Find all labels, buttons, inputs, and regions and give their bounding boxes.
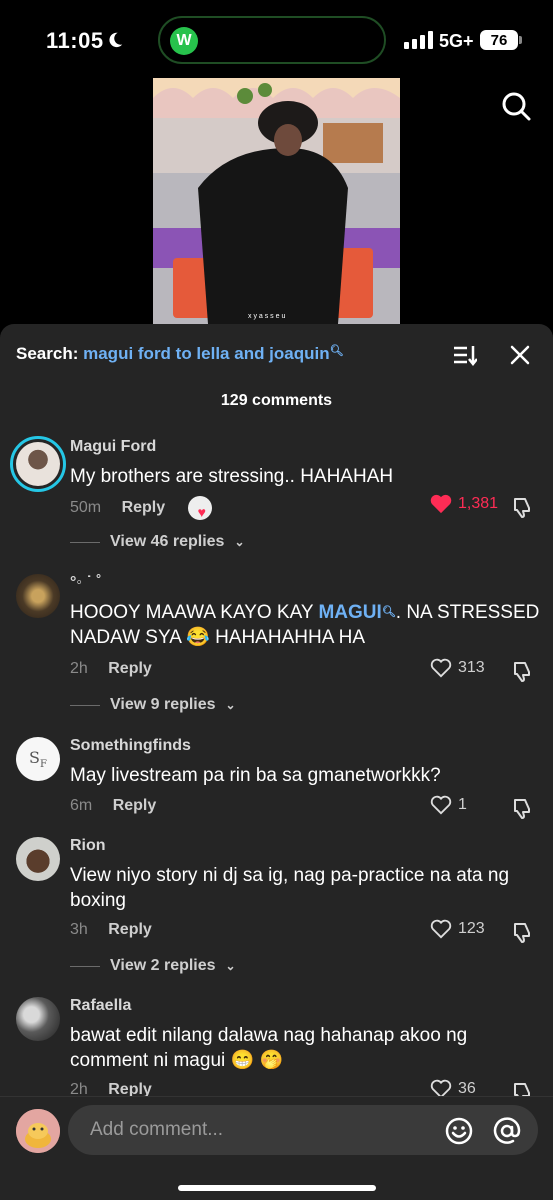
chevron-down-icon: ⌄ bbox=[225, 959, 236, 973]
comment-author[interactable]: Somethingfinds bbox=[70, 737, 191, 755]
dislike-icon[interactable] bbox=[511, 660, 533, 682]
mention-icon[interactable] bbox=[492, 1116, 522, 1146]
network-type: 5G+ bbox=[439, 31, 474, 51]
search-suggestion[interactable]: Search: magui ford to lella and joaquin🔍… bbox=[16, 344, 344, 364]
comment-author[interactable]: Magui Ford bbox=[70, 438, 156, 456]
comment-input-bar bbox=[0, 1096, 553, 1200]
video-frame-image: x y a s s e u bbox=[153, 78, 400, 324]
reply-button[interactable]: Reply bbox=[108, 660, 152, 677]
view-replies-button[interactable]: View 9 replies ⌄ bbox=[70, 696, 236, 714]
chevron-down-icon: ⌄ bbox=[234, 535, 245, 549]
comment-time: 2h bbox=[70, 660, 88, 677]
comment-meta: 3h Reply bbox=[70, 921, 152, 939]
sort-icon[interactable] bbox=[453, 344, 477, 366]
comments-sheet: Search: magui ford to lella and joaquin🔍… bbox=[0, 324, 553, 1200]
avatar[interactable] bbox=[10, 436, 66, 492]
dynamic-island: W bbox=[158, 16, 386, 64]
reply-button[interactable]: Reply bbox=[122, 499, 166, 516]
comment-meta: 2h Reply bbox=[70, 660, 152, 678]
view-replies-button[interactable]: View 2 replies ⌄ bbox=[70, 957, 236, 975]
dislike-icon[interactable] bbox=[511, 797, 533, 819]
video-watermark: x y a s s e u bbox=[248, 313, 285, 320]
comment-author[interactable]: Rion bbox=[70, 837, 106, 855]
search-icon[interactable] bbox=[500, 90, 532, 122]
like-button[interactable]: 123 bbox=[430, 919, 485, 939]
like-count: 1,381 bbox=[458, 495, 499, 512]
like-count: 1 bbox=[458, 796, 467, 813]
close-icon[interactable] bbox=[509, 344, 531, 366]
user-avatar-image bbox=[16, 1109, 60, 1153]
home-indicator bbox=[178, 1185, 376, 1191]
avatar[interactable]: SF bbox=[16, 737, 60, 781]
battery-icon: 76 bbox=[480, 30, 522, 50]
avatar[interactable] bbox=[16, 574, 60, 618]
comment-author[interactable]: °◦ ˙ ˚ bbox=[70, 574, 102, 592]
like-count: 313 bbox=[458, 659, 485, 676]
mention-link[interactable]: MAGUI🔍︎ bbox=[318, 602, 395, 623]
clock: 11:05 bbox=[46, 28, 104, 53]
like-count: 123 bbox=[458, 920, 485, 937]
search-label: Search: bbox=[16, 344, 79, 363]
comment-text: bawat edit nilang dalawa nag hahanap ako… bbox=[70, 1025, 468, 1071]
heart-outline-icon bbox=[430, 658, 452, 678]
comment-meta: 50m Reply ♥ bbox=[70, 496, 212, 520]
heart-filled-icon bbox=[430, 494, 452, 514]
dislike-icon[interactable] bbox=[511, 496, 533, 518]
like-button[interactable]: 1,381 bbox=[430, 494, 498, 514]
view-replies-button[interactable]: View 46 replies ⌄ bbox=[70, 533, 245, 551]
divider bbox=[70, 541, 100, 543]
reply-button[interactable]: Reply bbox=[108, 921, 152, 938]
comment-text: HOOOY MAAWA KAYO KAY MAGUI🔍︎. NA STRESSE… bbox=[70, 602, 540, 648]
emoji-icon[interactable] bbox=[444, 1116, 474, 1146]
heart-outline-icon bbox=[430, 919, 452, 939]
comment-time: 50m bbox=[70, 499, 102, 517]
small-search-icon: 🔍︎ bbox=[329, 345, 344, 357]
avatar[interactable] bbox=[16, 837, 60, 881]
reply-button[interactable]: Reply bbox=[113, 797, 157, 814]
search-query[interactable]: magui ford to lella and joaquin🔍︎ bbox=[83, 344, 343, 363]
video-preview[interactable]: x y a s s e u bbox=[153, 78, 400, 324]
divider bbox=[70, 965, 100, 967]
like-button[interactable]: 1 bbox=[430, 795, 467, 815]
comment-meta: 6m Reply bbox=[70, 797, 156, 815]
comment-text: View niyo story ni dj sa ig, nag pa-prac… bbox=[70, 865, 510, 911]
comment-count: 129 comments bbox=[220, 392, 333, 409]
comment-author[interactable]: Rafaella bbox=[70, 997, 131, 1015]
avatar-monogram: SF bbox=[29, 747, 47, 771]
avatar[interactable] bbox=[16, 997, 60, 1041]
dislike-icon[interactable] bbox=[511, 921, 533, 943]
small-search-icon: 🔍︎ bbox=[381, 606, 396, 618]
status-bar: 11:05 W 5G+ 76 bbox=[0, 0, 553, 80]
app-badge-icon: W bbox=[170, 27, 198, 55]
user-avatar[interactable] bbox=[16, 1109, 60, 1153]
signal-icon bbox=[404, 31, 433, 49]
moon-icon bbox=[109, 32, 123, 48]
chevron-down-icon: ⌄ bbox=[225, 698, 236, 712]
creator-liked-badge: ♥ bbox=[187, 496, 212, 520]
comment-text: My brothers are stressing.. HAHAHAH bbox=[70, 466, 394, 487]
comment-time: 6m bbox=[70, 797, 93, 814]
comment-text: May livestream pa rin ba sa gmanetworkkk… bbox=[70, 765, 441, 786]
heart-outline-icon bbox=[430, 795, 452, 815]
comment-time: 3h bbox=[70, 921, 88, 938]
like-button[interactable]: 313 bbox=[430, 658, 485, 678]
divider bbox=[70, 704, 100, 706]
